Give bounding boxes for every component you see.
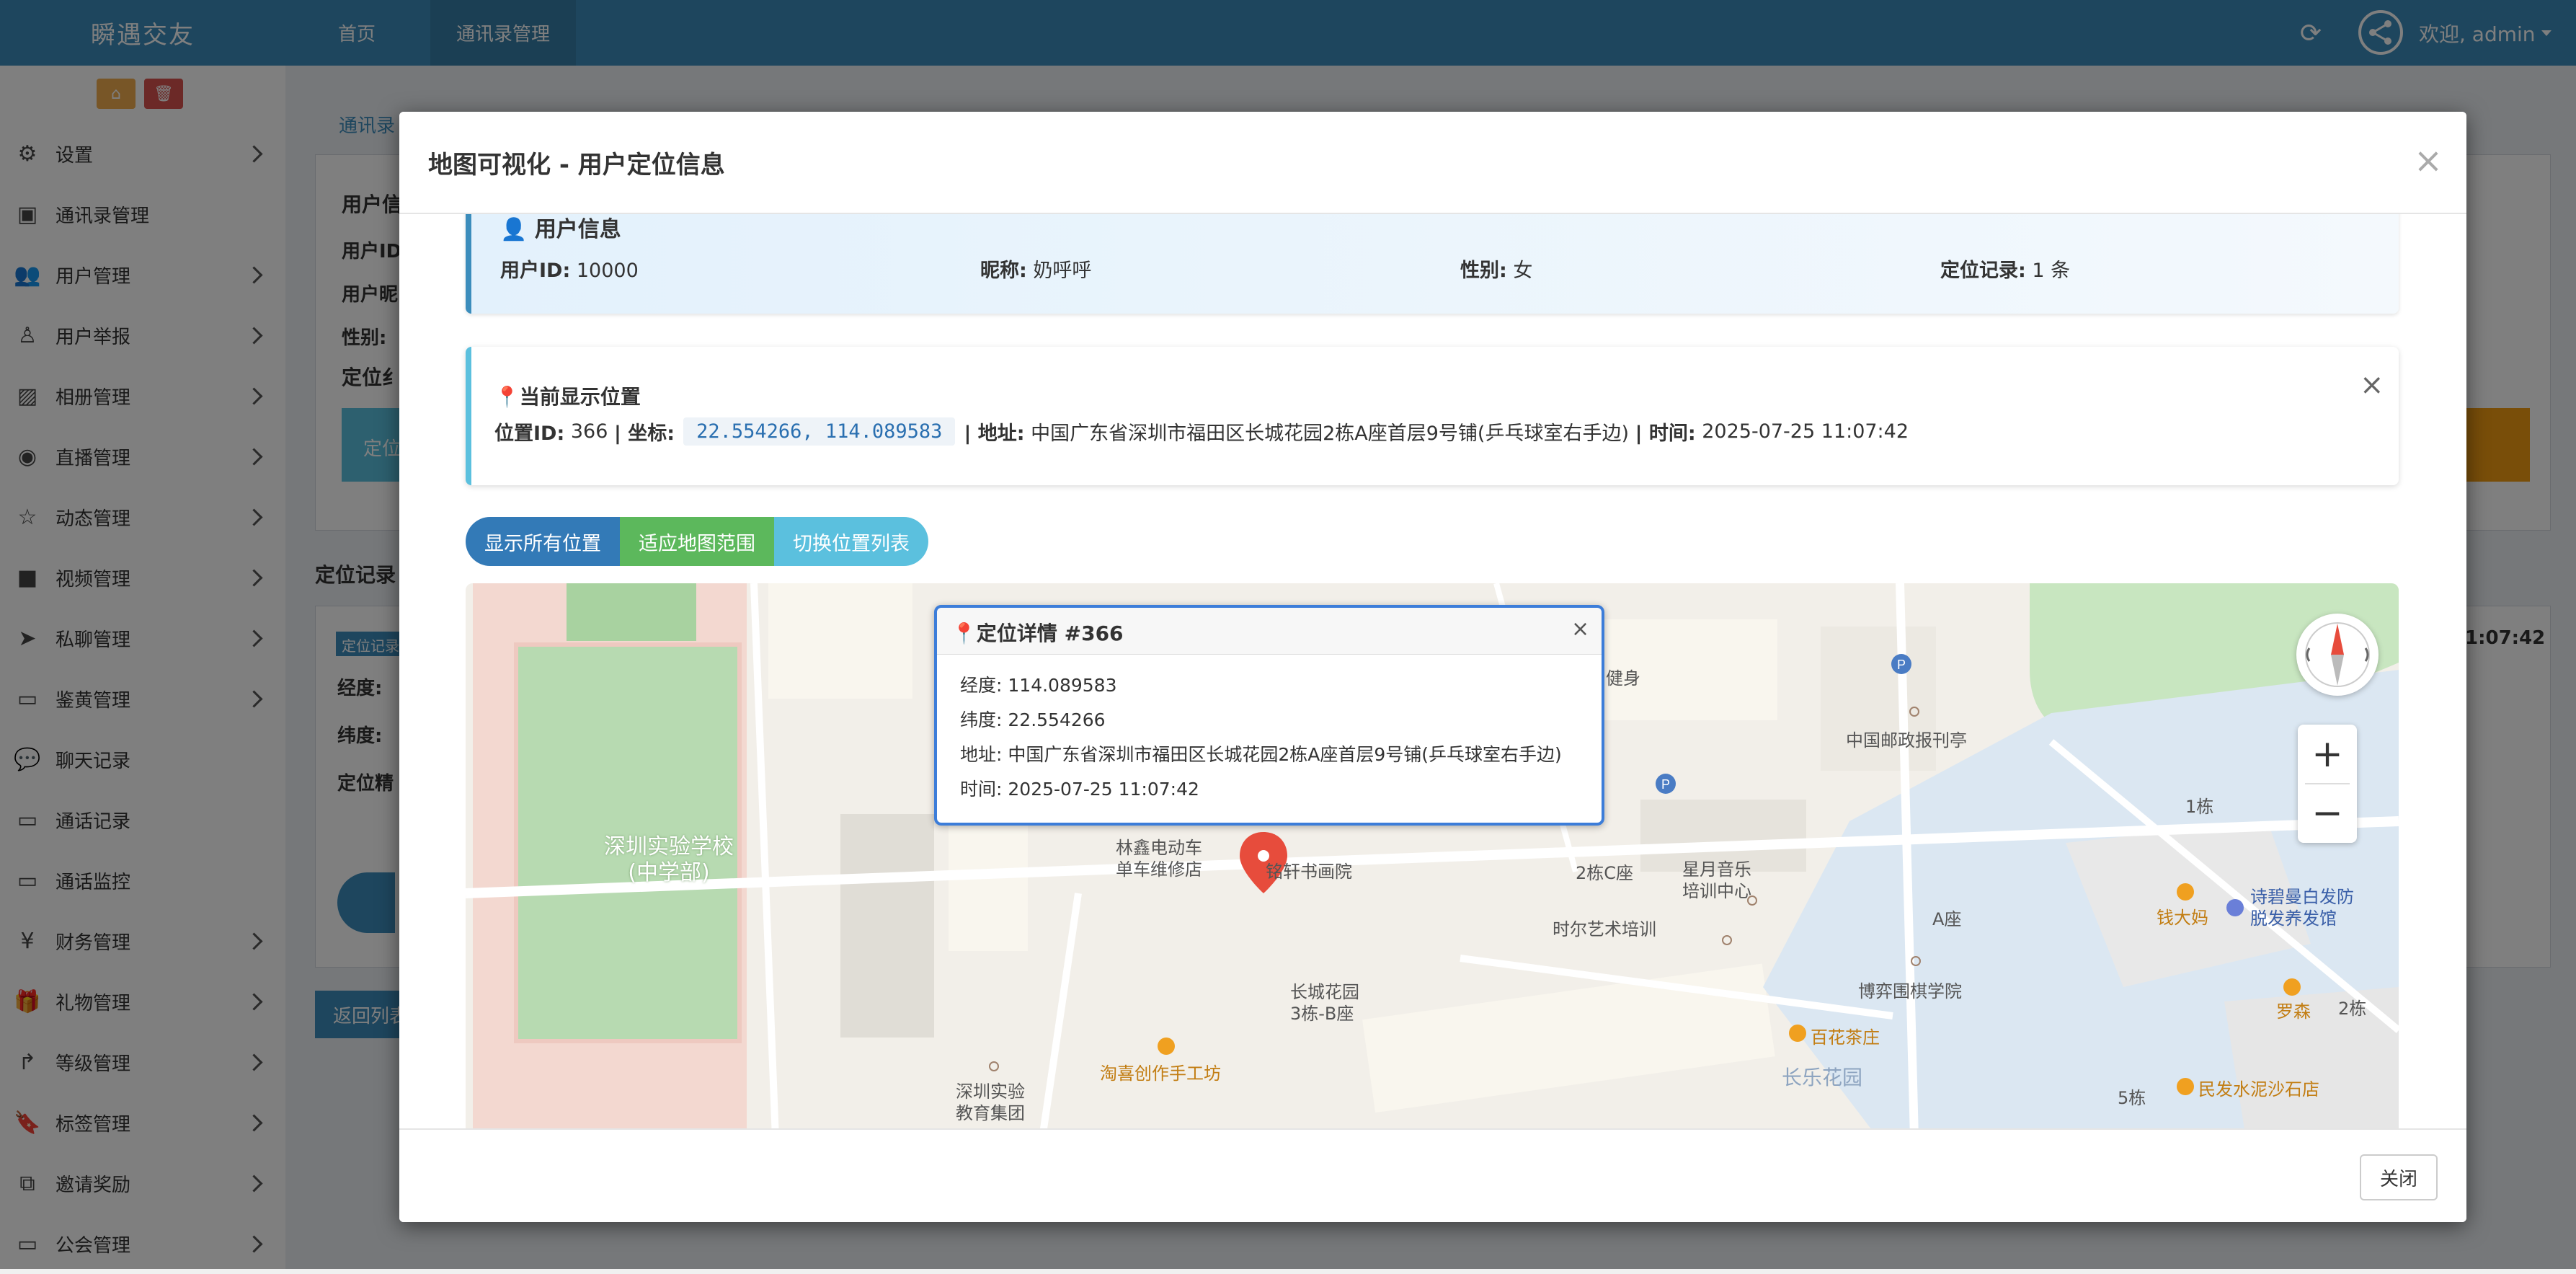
popup-address: 地址: 中国广东省深圳市福田区长城花园2栋A座首层9号铺(乒乓球室右手边): [960, 744, 1562, 765]
popup-time: 时间: 2025-07-25 11:07:42: [960, 779, 1199, 800]
user-icon: 👤: [500, 217, 528, 242]
map-label-greatwall: 长城花园 3栋-B座: [1290, 982, 1359, 1024]
map-label-bldg2c: 2栋C座: [1576, 863, 1634, 883]
user-info-heading: 👤 用户信息: [500, 217, 621, 242]
popup-close-icon[interactable]: ×: [1571, 616, 1589, 642]
current-location-panel: 📍当前显示位置 位置ID: 366 | 坐标: 22.554266, 114.0…: [466, 347, 2399, 485]
compass-control[interactable]: [2296, 614, 2379, 696]
map-label-edu: 深圳实验 教育集团: [956, 1081, 1025, 1123]
map-marker-icon: 📍: [494, 385, 520, 409]
zoom-out-icon[interactable]: −: [2298, 784, 2357, 843]
nickname-field: 昵称: 奶呼呼: [980, 260, 1092, 282]
dismiss-location-icon[interactable]: ×: [2360, 368, 2384, 402]
toggle-location-list-button[interactable]: 切换位置列表: [774, 517, 928, 566]
map-label-post: 中国邮政报刊亭: [1846, 730, 1967, 751]
map-canvas[interactable]: P P 深圳实验学校 (中学部) 林鑫电动车 单车维修店 铭轩书画院 2栋C座 星月…: [466, 583, 2399, 1138]
compass-icon: [2305, 622, 2370, 687]
map-label-chess: 博弈围棋学院: [1858, 981, 1962, 1001]
map-button-group: 显示所有位置 适应地图范围 切换位置列表: [466, 517, 928, 566]
map-label-gym: 健身: [1606, 668, 1640, 689]
map-label-tea: 百花茶庄: [1811, 1027, 1880, 1048]
map-label-b2: 2栋: [2338, 999, 2367, 1019]
map-label-qian: 钱大妈: [2157, 908, 2208, 928]
popup-title: 📍定位详情 #366: [951, 621, 1124, 645]
coordinate-code: 22.554266, 114.089583: [683, 417, 956, 446]
modal-title: 地图可视化 - 用户定位信息: [428, 150, 725, 180]
map-label-aseat: A座: [1932, 909, 1962, 929]
modal-header: 地图可视化 - 用户定位信息 ×: [399, 112, 2466, 214]
close-button[interactable]: 关闭: [2360, 1154, 2438, 1200]
map-label-salon: 诗碧曼白发防 脱发养发馆: [2250, 887, 2354, 929]
map-label-ev-repair: 林鑫电动车 单车维修店: [1116, 838, 1202, 880]
current-location-details: 位置ID: 366 | 坐标: 22.554266, 114.089583 | …: [494, 417, 1909, 446]
map-label-taoxi: 淘喜创作手工坊: [1100, 1063, 1221, 1084]
zoom-control: + −: [2298, 725, 2357, 843]
map-marker-icon: 📍: [951, 621, 977, 645]
show-all-locations-button[interactable]: 显示所有位置: [466, 517, 620, 566]
current-location-heading: 📍当前显示位置: [494, 385, 641, 409]
map-label-b1: 1栋: [2185, 797, 2214, 817]
gender-field: 性别: 女: [1460, 260, 1533, 282]
svg-text:P: P: [1897, 658, 1906, 672]
map-label-sand: 民发水泥沙石店: [2198, 1079, 2319, 1100]
popup-lng: 经度: 114.089583: [960, 675, 1117, 696]
map-label-b5: 5栋: [2118, 1088, 2146, 1108]
svg-text:P: P: [1661, 777, 1670, 792]
user-id-field: 用户ID: 10000: [500, 260, 639, 282]
map-label-luosen: 罗森: [2276, 1001, 2311, 1022]
map-label-art: 时尔艺术培训: [1553, 919, 1656, 939]
map-label-changle: 长乐花园: [1782, 1066, 1863, 1089]
location-popup: 📍定位详情 #366 × 经度: 114.089583 纬度: 22.55426…: [934, 605, 1604, 826]
modal-body: 👤 用户信息 用户ID: 10000 昵称: 奶呼呼 性别: 女 定位记录: 1…: [399, 214, 2466, 1222]
zoom-in-icon[interactable]: +: [2298, 725, 2357, 784]
map-label-school: 深圳实验学校 (中学部): [604, 834, 734, 885]
modal-footer: 关闭: [399, 1128, 2466, 1222]
map-modal: 地图可视化 - 用户定位信息 × 👤 用户信息 用户ID: 10000 昵称: …: [399, 112, 2466, 1222]
fit-map-bounds-button[interactable]: 适应地图范围: [620, 517, 774, 566]
map-label-music: 星月音乐 培训中心: [1682, 859, 1751, 901]
records-field: 定位记录: 1 条: [1940, 260, 2071, 282]
map-label-gallery: 铭轩书画院: [1266, 862, 1352, 882]
popup-lat: 纬度: 22.554266: [960, 709, 1106, 730]
close-icon[interactable]: ×: [2410, 139, 2446, 182]
user-info-panel: 👤 用户信息 用户ID: 10000 昵称: 奶呼呼 性别: 女 定位记录: 1…: [466, 214, 2399, 314]
popup-header: 📍定位详情 #366 ×: [937, 608, 1602, 655]
